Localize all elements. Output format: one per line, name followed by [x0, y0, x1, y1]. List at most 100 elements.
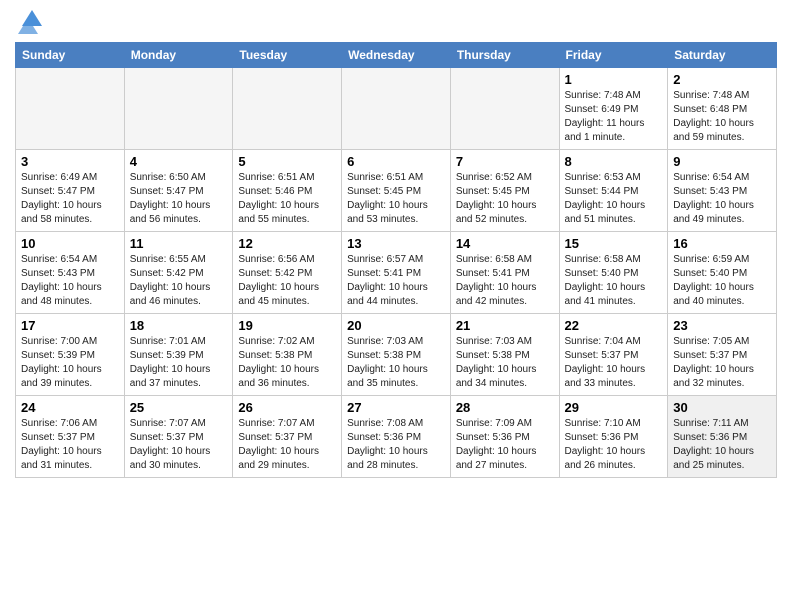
day-info: Sunrise: 6:58 AM Sunset: 5:41 PM Dayligh…	[456, 253, 554, 309]
day-number: 10	[21, 236, 119, 251]
weekday-header-tuesday: Tuesday	[233, 43, 342, 68]
day-info: Sunrise: 7:07 AM Sunset: 5:37 PM Dayligh…	[130, 417, 228, 473]
calendar-cell: 23 Sunrise: 7:05 AM Sunset: 5:37 PM Dayli…	[668, 314, 777, 396]
logo-icon	[18, 6, 46, 34]
day-number: 9	[673, 154, 771, 169]
week-row-5: 24 Sunrise: 7:06 AM Sunset: 5:37 PM Dayli…	[16, 396, 777, 478]
day-info: Sunrise: 7:09 AM Sunset: 5:36 PM Dayligh…	[456, 417, 554, 473]
day-number: 23	[673, 318, 771, 333]
day-info: Sunrise: 6:59 AM Sunset: 5:40 PM Dayligh…	[673, 253, 771, 309]
calendar-cell: 1Sunrise: 7:48 AM Sunset: 6:49 PM Daylig…	[559, 68, 668, 150]
day-info: Sunrise: 7:02 AM Sunset: 5:38 PM Dayligh…	[238, 335, 336, 391]
calendar-cell: 29Sunrise: 7:10 AM Sunset: 5:36 PM Dayli…	[559, 396, 668, 478]
day-number: 27	[347, 400, 445, 415]
calendar-cell: 18 Sunrise: 7:01 AM Sunset: 5:39 PM Dayli…	[124, 314, 233, 396]
header	[15, 10, 777, 34]
calendar-cell: 6Sunrise: 6:51 AM Sunset: 5:45 PM Daylig…	[342, 150, 451, 232]
calendar-cell: 28 Sunrise: 7:09 AM Sunset: 5:36 PM Dayli…	[450, 396, 559, 478]
day-info: Sunrise: 6:57 AM Sunset: 5:41 PM Dayligh…	[347, 253, 445, 309]
day-info: Sunrise: 6:51 AM Sunset: 5:46 PM Dayligh…	[238, 171, 336, 227]
calendar-cell: 21 Sunrise: 7:03 AM Sunset: 5:38 PM Dayli…	[450, 314, 559, 396]
calendar-cell: 25 Sunrise: 7:07 AM Sunset: 5:37 PM Dayli…	[124, 396, 233, 478]
calendar-cell: 24 Sunrise: 7:06 AM Sunset: 5:37 PM Dayli…	[16, 396, 125, 478]
calendar-cell: 9 Sunrise: 6:54 AM Sunset: 5:43 PM Daylig…	[668, 150, 777, 232]
day-number: 26	[238, 400, 336, 415]
weekday-header-monday: Monday	[124, 43, 233, 68]
day-number: 4	[130, 154, 228, 169]
day-number: 18	[130, 318, 228, 333]
day-info: Sunrise: 7:06 AM Sunset: 5:37 PM Dayligh…	[21, 417, 119, 473]
day-info: Sunrise: 7:03 AM Sunset: 5:38 PM Dayligh…	[347, 335, 445, 391]
day-number: 25	[130, 400, 228, 415]
day-number: 12	[238, 236, 336, 251]
calendar-cell: 17 Sunrise: 7:00 AM Sunset: 5:39 PM Dayli…	[16, 314, 125, 396]
day-number: 16	[673, 236, 771, 251]
calendar-cell: 4 Sunrise: 6:50 AM Sunset: 5:47 PM Daylig…	[124, 150, 233, 232]
weekday-header-row: SundayMondayTuesdayWednesdayThursdayFrid…	[16, 43, 777, 68]
calendar-cell	[124, 68, 233, 150]
calendar-cell: 5 Sunrise: 6:51 AM Sunset: 5:46 PM Daylig…	[233, 150, 342, 232]
day-info: Sunrise: 7:48 AM Sunset: 6:48 PM Dayligh…	[673, 89, 771, 145]
day-info: Sunrise: 6:56 AM Sunset: 5:42 PM Dayligh…	[238, 253, 336, 309]
day-info: Sunrise: 6:49 AM Sunset: 5:47 PM Dayligh…	[21, 171, 119, 227]
day-number: 30	[673, 400, 771, 415]
day-info: Sunrise: 6:53 AM Sunset: 5:44 PM Dayligh…	[565, 171, 663, 227]
day-info: Sunrise: 7:11 AM Sunset: 5:36 PM Dayligh…	[673, 417, 771, 473]
day-info: Sunrise: 7:03 AM Sunset: 5:38 PM Dayligh…	[456, 335, 554, 391]
calendar-cell: 11Sunrise: 6:55 AM Sunset: 5:42 PM Dayli…	[124, 232, 233, 314]
week-row-3: 10 Sunrise: 6:54 AM Sunset: 5:43 PM Dayli…	[16, 232, 777, 314]
day-number: 21	[456, 318, 554, 333]
day-info: Sunrise: 6:54 AM Sunset: 5:43 PM Dayligh…	[21, 253, 119, 309]
calendar-cell: 14 Sunrise: 6:58 AM Sunset: 5:41 PM Dayli…	[450, 232, 559, 314]
calendar-cell: 12 Sunrise: 6:56 AM Sunset: 5:42 PM Dayli…	[233, 232, 342, 314]
calendar-table: SundayMondayTuesdayWednesdayThursdayFrid…	[15, 42, 777, 478]
day-info: Sunrise: 6:54 AM Sunset: 5:43 PM Dayligh…	[673, 171, 771, 227]
day-info: Sunrise: 6:52 AM Sunset: 5:45 PM Dayligh…	[456, 171, 554, 227]
day-number: 20	[347, 318, 445, 333]
day-number: 7	[456, 154, 554, 169]
day-info: Sunrise: 7:07 AM Sunset: 5:37 PM Dayligh…	[238, 417, 336, 473]
day-info: Sunrise: 7:01 AM Sunset: 5:39 PM Dayligh…	[130, 335, 228, 391]
day-number: 14	[456, 236, 554, 251]
calendar-cell: 15Sunrise: 6:58 AM Sunset: 5:40 PM Dayli…	[559, 232, 668, 314]
day-info: Sunrise: 6:50 AM Sunset: 5:47 PM Dayligh…	[130, 171, 228, 227]
calendar-cell	[342, 68, 451, 150]
logo	[15, 14, 46, 34]
calendar-cell: 13Sunrise: 6:57 AM Sunset: 5:41 PM Dayli…	[342, 232, 451, 314]
page-container: SundayMondayTuesdayWednesdayThursdayFrid…	[0, 0, 792, 483]
weekday-header-sunday: Sunday	[16, 43, 125, 68]
calendar-cell: 10 Sunrise: 6:54 AM Sunset: 5:43 PM Dayli…	[16, 232, 125, 314]
calendar-cell: 16 Sunrise: 6:59 AM Sunset: 5:40 PM Dayli…	[668, 232, 777, 314]
day-info: Sunrise: 7:05 AM Sunset: 5:37 PM Dayligh…	[673, 335, 771, 391]
calendar-cell: 22 Sunrise: 7:04 AM Sunset: 5:37 PM Dayli…	[559, 314, 668, 396]
day-info: Sunrise: 7:08 AM Sunset: 5:36 PM Dayligh…	[347, 417, 445, 473]
day-number: 3	[21, 154, 119, 169]
day-number: 24	[21, 400, 119, 415]
calendar-cell: 7 Sunrise: 6:52 AM Sunset: 5:45 PM Daylig…	[450, 150, 559, 232]
day-number: 5	[238, 154, 336, 169]
weekday-header-thursday: Thursday	[450, 43, 559, 68]
day-number: 22	[565, 318, 663, 333]
week-row-2: 3 Sunrise: 6:49 AM Sunset: 5:47 PM Daylig…	[16, 150, 777, 232]
day-number: 17	[21, 318, 119, 333]
calendar-cell: 2 Sunrise: 7:48 AM Sunset: 6:48 PM Daylig…	[668, 68, 777, 150]
week-row-1: 1Sunrise: 7:48 AM Sunset: 6:49 PM Daylig…	[16, 68, 777, 150]
calendar-cell: 3 Sunrise: 6:49 AM Sunset: 5:47 PM Daylig…	[16, 150, 125, 232]
calendar-cell: 27 Sunrise: 7:08 AM Sunset: 5:36 PM Dayli…	[342, 396, 451, 478]
calendar-cell: 8Sunrise: 6:53 AM Sunset: 5:44 PM Daylig…	[559, 150, 668, 232]
day-info: Sunrise: 7:10 AM Sunset: 5:36 PM Dayligh…	[565, 417, 663, 473]
weekday-header-saturday: Saturday	[668, 43, 777, 68]
day-number: 2	[673, 72, 771, 87]
calendar-cell: 30 Sunrise: 7:11 AM Sunset: 5:36 PM Dayli…	[668, 396, 777, 478]
day-info: Sunrise: 7:04 AM Sunset: 5:37 PM Dayligh…	[565, 335, 663, 391]
calendar-cell: 26 Sunrise: 7:07 AM Sunset: 5:37 PM Dayli…	[233, 396, 342, 478]
weekday-header-wednesday: Wednesday	[342, 43, 451, 68]
calendar-cell	[16, 68, 125, 150]
day-info: Sunrise: 6:51 AM Sunset: 5:45 PM Dayligh…	[347, 171, 445, 227]
day-number: 15	[565, 236, 663, 251]
calendar-cell: 19Sunrise: 7:02 AM Sunset: 5:38 PM Dayli…	[233, 314, 342, 396]
day-info: Sunrise: 6:55 AM Sunset: 5:42 PM Dayligh…	[130, 253, 228, 309]
day-number: 1	[565, 72, 663, 87]
day-number: 28	[456, 400, 554, 415]
day-info: Sunrise: 7:00 AM Sunset: 5:39 PM Dayligh…	[21, 335, 119, 391]
